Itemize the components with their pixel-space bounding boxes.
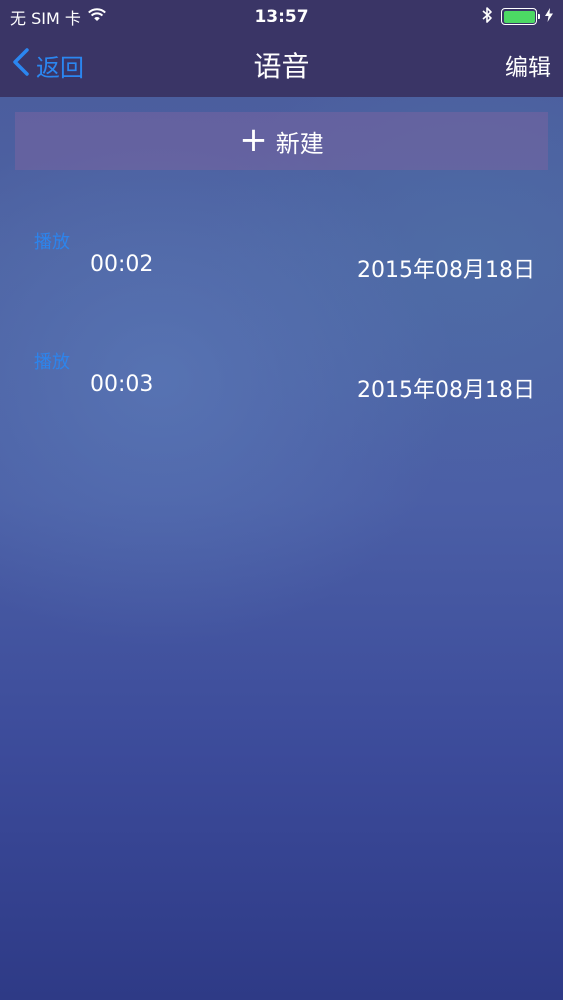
recording-row[interactable]: 播放 00:02 2015年08月18日 xyxy=(0,228,563,308)
edit-button[interactable]: 编辑 xyxy=(505,48,551,82)
back-button[interactable]: 返回 xyxy=(12,47,84,83)
back-label: 返回 xyxy=(36,53,84,82)
chevron-left-icon xyxy=(12,47,30,83)
new-recording-button[interactable]: + 新建 xyxy=(15,112,548,170)
plus-icon: + xyxy=(239,120,268,160)
bluetooth-icon xyxy=(481,6,493,28)
battery-fill xyxy=(503,10,535,23)
recording-date: 2015年08月18日 xyxy=(357,378,535,403)
wifi-icon xyxy=(87,7,107,26)
charging-icon xyxy=(545,7,553,26)
recording-duration: 00:02 xyxy=(90,252,154,277)
status-bar: 无 SIM 卡 13:57 xyxy=(0,0,563,33)
recording-row[interactable]: 播放 00:03 2015年08月18日 xyxy=(0,348,563,428)
status-right xyxy=(481,6,553,28)
navigation-bar: 返回 语音 编辑 xyxy=(0,33,563,97)
page-title: 语音 xyxy=(253,50,310,83)
recording-duration: 00:03 xyxy=(90,372,154,397)
play-button[interactable]: 播放 xyxy=(34,228,70,254)
new-button-label: 新建 xyxy=(275,129,324,158)
recording-date: 2015年08月18日 xyxy=(357,258,535,283)
carrier-label: 无 SIM 卡 xyxy=(10,8,81,28)
status-left: 无 SIM 卡 xyxy=(10,5,107,29)
play-button[interactable]: 播放 xyxy=(34,348,70,374)
battery-icon xyxy=(501,8,540,25)
